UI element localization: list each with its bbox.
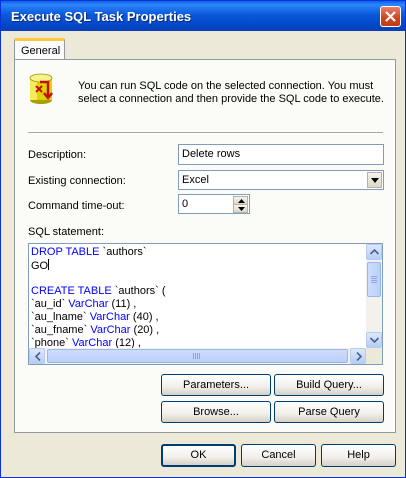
connection-label: Existing connection: <box>28 175 126 187</box>
general-panel: You can run SQL code on the selected con… <box>14 59 396 433</box>
help-button[interactable]: Help <box>321 444 396 467</box>
info-description: You can run SQL code on the selected con… <box>78 80 393 106</box>
help-button-label: Help <box>347 449 370 461</box>
parse-query-button[interactable]: Parse Query <box>274 401 384 423</box>
database-task-icon <box>29 73 53 104</box>
sql-line: CREATE TABLE `authors` ( <box>31 285 166 297</box>
tab-general-label: General <box>21 45 61 57</box>
sql-statement-editor[interactable]: DROP TABLE `authors` GO CREATE TABLE `auth… <box>28 243 383 365</box>
info-line-1: You can run SQL code on the selected con… <box>78 80 374 92</box>
cancel-button[interactable]: Cancel <box>241 444 316 467</box>
sql-code: DROP TABLE `authors` GO CREATE TABLE `auth… <box>31 246 166 350</box>
scroll-right-button[interactable] <box>350 348 366 364</box>
arrow-up-icon <box>238 199 245 203</box>
sql-line: DROP TABLE `authors` <box>31 246 147 258</box>
description-label: Description: <box>28 149 87 161</box>
sql-line: GO <box>31 259 50 272</box>
window-title: Execute SQL Task Properties <box>11 9 192 24</box>
chevron-up-icon <box>370 249 379 255</box>
close-button[interactable] <box>380 6 401 27</box>
horizontal-scroll-thumb[interactable] <box>47 349 348 363</box>
info-line-2: select a connection and then provide the… <box>78 93 384 105</box>
browse-button-label: Browse... <box>193 406 239 418</box>
scroll-down-button[interactable] <box>366 332 382 348</box>
tab-general[interactable]: General <box>14 38 65 60</box>
vertical-scrollbar[interactable] <box>366 244 382 348</box>
parse-query-button-label: Parse Query <box>298 406 360 418</box>
chevron-left-icon <box>34 352 41 361</box>
sql-line: `au_lname` VarChar (40) , <box>31 311 159 323</box>
timeout-value: 0 <box>182 198 189 210</box>
text-cursor <box>48 259 50 270</box>
parameters-button[interactable]: Parameters... <box>161 374 271 396</box>
close-icon <box>385 11 396 22</box>
connection-select[interactable]: Excel <box>178 170 384 190</box>
sql-line: `au_id` VarChar (11) , <box>31 298 137 310</box>
spin-down-button[interactable] <box>233 204 248 213</box>
vertical-scroll-thumb[interactable] <box>367 262 381 297</box>
scroll-left-button[interactable] <box>29 348 45 364</box>
scroll-up-button[interactable] <box>366 244 382 260</box>
arrow-down-icon <box>238 207 245 211</box>
horizontal-scrollbar[interactable] <box>29 348 366 364</box>
description-field[interactable]: Delete rows <box>178 144 384 165</box>
build-query-button-label: Build Query... <box>296 379 362 391</box>
cancel-button-label: Cancel <box>261 449 296 461</box>
sql-line: `au_fname` VarChar (20) , <box>31 324 160 336</box>
browse-button[interactable]: Browse... <box>161 401 271 423</box>
sql-statement-label: SQL statement: <box>28 226 105 238</box>
connection-value: Excel <box>182 174 209 186</box>
parameters-button-label: Parameters... <box>182 379 250 391</box>
dialog-window: Execute SQL Task Properties General You … <box>0 0 406 478</box>
chevron-down-icon <box>371 178 379 183</box>
timeout-stepper[interactable]: 0 <box>178 194 250 214</box>
timeout-label: Command time-out: <box>28 200 125 212</box>
chevron-down-icon <box>370 337 379 343</box>
separator <box>28 132 383 134</box>
description-value: Delete rows <box>182 148 241 160</box>
ok-button[interactable]: OK <box>161 444 236 467</box>
ok-button-label: OK <box>190 449 207 461</box>
sql-line <box>31 272 166 285</box>
scrollbar-corner <box>366 348 382 364</box>
build-query-button[interactable]: Build Query... <box>274 374 384 396</box>
chevron-right-icon <box>356 352 363 361</box>
title-bar[interactable]: Execute SQL Task Properties <box>1 1 405 31</box>
dropdown-button[interactable] <box>367 172 382 188</box>
